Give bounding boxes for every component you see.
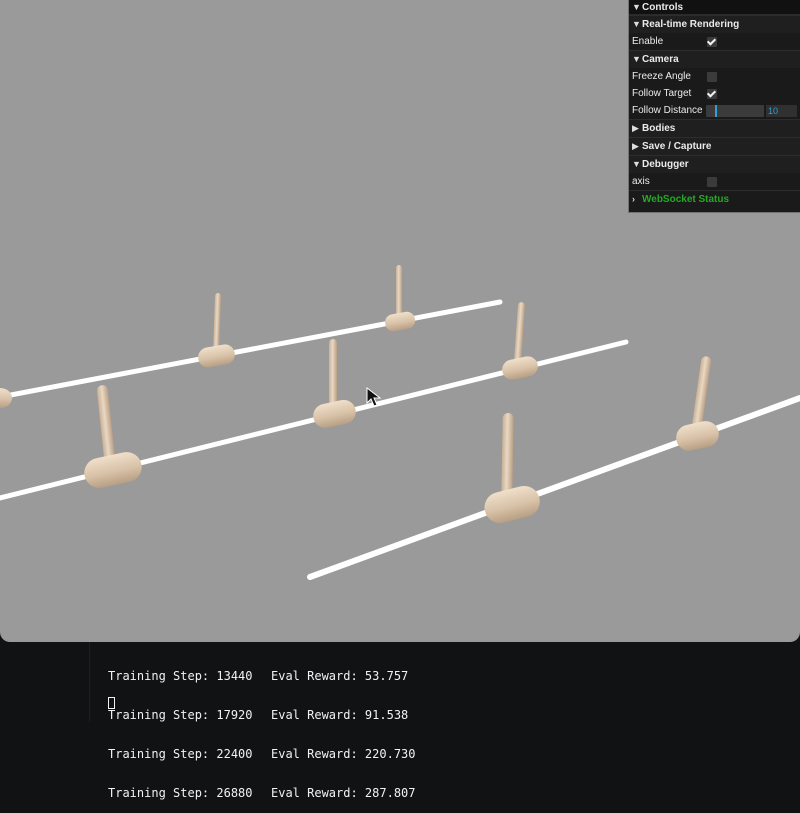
follow-distance-slider-handle[interactable] — [715, 105, 717, 117]
track-line — [307, 395, 800, 580]
eval-reward-text: Eval Reward: 91.538 — [271, 708, 409, 722]
enable-label: Enable — [632, 36, 664, 47]
chevron-right-icon: ▶ — [632, 141, 639, 151]
chevron-down-icon: ▼ — [632, 159, 641, 169]
eval-reward-text: Eval Reward: 287.807 — [271, 786, 416, 800]
debugger-folder[interactable]: ▼Debugger — [629, 155, 800, 173]
controls-header[interactable]: ▼Controls — [629, 0, 800, 15]
save-capture-folder[interactable]: ▶ Save / Capture — [629, 137, 800, 155]
realtime-rendering-folder[interactable]: ▼Real-time Rendering — [629, 15, 800, 33]
follow-distance-input[interactable]: 10 — [766, 105, 797, 117]
freeze-angle-row[interactable]: Freeze Angle — [629, 68, 800, 85]
axis-row[interactable]: axis — [629, 173, 800, 190]
chevron-right-icon: › — [632, 194, 635, 204]
eval-reward-text: Eval Reward: 220.730 — [271, 747, 416, 761]
hopper-body — [676, 356, 719, 451]
debugger-title: Debugger — [642, 159, 689, 170]
follow-target-row[interactable]: Follow Target — [629, 85, 800, 102]
follow-distance-row[interactable]: Follow Distance 10 — [629, 102, 800, 119]
log-row: Training Step: 26880 Eval Reward: 287.807 — [108, 787, 416, 800]
hopper-body — [313, 339, 356, 428]
enable-checkbox[interactable] — [707, 37, 717, 47]
freeze-angle-checkbox[interactable] — [707, 72, 717, 82]
training-step-text: Training Step: 17920 — [108, 708, 253, 722]
simulation-viewport[interactable]: ▼Controls ▼Real-time Rendering Enable ▼C… — [0, 0, 800, 642]
log-row: Training Step: 13440 Eval Reward: 53.757 — [108, 670, 416, 683]
enable-row[interactable]: Enable — [629, 33, 800, 50]
follow-target-label: Follow Target — [632, 88, 692, 99]
websocket-status-title: WebSocket Status — [642, 194, 730, 205]
websocket-status-folder[interactable]: › WebSocket Status — [629, 190, 800, 208]
training-step-text: Training Step: 13440 — [108, 669, 253, 683]
hopper-body — [84, 385, 142, 488]
hopper-body — [0, 388, 12, 408]
track-line — [0, 299, 503, 400]
eval-reward-text: Eval Reward: 53.757 — [271, 669, 409, 683]
controls-title: Controls — [642, 2, 684, 13]
save-capture-title: Save / Capture — [642, 141, 712, 152]
follow-distance-slider[interactable] — [706, 105, 764, 117]
camera-title: Camera — [642, 54, 679, 65]
freeze-angle-label: Freeze Angle — [632, 71, 691, 82]
realtime-rendering-title: Real-time Rendering — [642, 19, 740, 30]
chevron-right-icon: ▶ — [632, 123, 639, 133]
chevron-down-icon: ▼ — [632, 19, 641, 29]
log-row: Training Step: 22400 Eval Reward: 220.730 — [108, 748, 416, 761]
controls-panel[interactable]: ▼Controls ▼Real-time Rendering Enable ▼C… — [629, 0, 800, 212]
chevron-down-icon: ▼ — [632, 2, 641, 12]
follow-target-checkbox[interactable] — [707, 89, 717, 99]
terminal-cursor[interactable] — [108, 697, 115, 709]
camera-folder[interactable]: ▼Camera — [629, 50, 800, 68]
training-step-text: Training Step: 26880 — [108, 786, 253, 800]
axis-label: axis — [632, 176, 650, 187]
terminal-log: Training Step: 13440 Eval Reward: 53.757 … — [108, 644, 416, 813]
hopper-body — [198, 293, 235, 368]
chevron-down-icon: ▼ — [632, 54, 641, 64]
bodies-folder[interactable]: ▶ Bodies — [629, 119, 800, 137]
log-row: Training Step: 17920 Eval Reward: 91.538 — [108, 709, 416, 722]
hopper-body — [385, 265, 416, 332]
hopper-body — [502, 302, 538, 380]
mouse-cursor-icon — [366, 387, 382, 407]
training-step-text: Training Step: 22400 — [108, 747, 253, 761]
bodies-title: Bodies — [642, 123, 676, 134]
axis-checkbox[interactable] — [707, 177, 717, 187]
hopper-body — [484, 413, 540, 524]
follow-distance-label: Follow Distance — [632, 105, 703, 116]
terminal-divider — [89, 640, 90, 722]
